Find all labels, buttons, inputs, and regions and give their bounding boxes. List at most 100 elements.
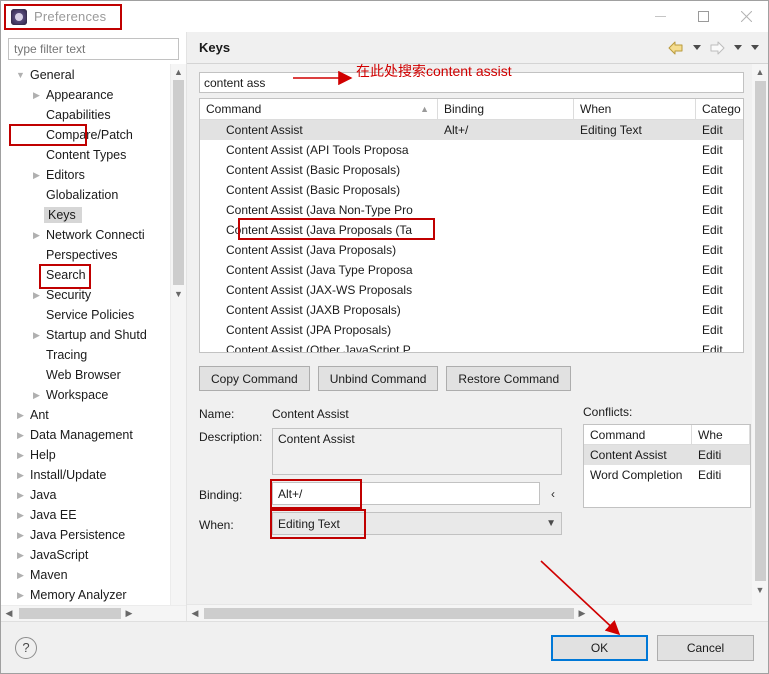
sidebar-item-content-types[interactable]: Content Types: [1, 145, 170, 165]
sidebar-item-editors[interactable]: ▶ Editors: [1, 165, 170, 185]
chevron-right-icon[interactable]: ▶: [13, 470, 28, 481]
preferences-tree[interactable]: ▼ General ▶ Appearance Capabilities Compare/P…: [1, 64, 170, 605]
when-select[interactable]: Editing Text ▼: [272, 512, 562, 535]
conflicts-table-body[interactable]: Content Assist Editi Word Completion Editi: [584, 445, 750, 485]
table-row[interactable]: Content Assist (Java Type Proposa Edit: [200, 260, 743, 280]
sidebar-item-data-management[interactable]: ▶ Data Management: [1, 425, 170, 445]
chevron-right-icon[interactable]: ▶: [13, 570, 28, 581]
chevron-right-icon[interactable]: ▶: [13, 430, 28, 441]
sidebar-horizontal-scrollbar[interactable]: ◀ ▶: [1, 605, 186, 621]
column-header-command[interactable]: Command ▲: [200, 99, 438, 119]
column-header-catego[interactable]: Catego: [696, 99, 743, 119]
sidebar-item-java-ee[interactable]: ▶ Java EE: [1, 505, 170, 525]
sidebar-item-appearance[interactable]: ▶ Appearance: [1, 85, 170, 105]
chevron-right-icon[interactable]: ▶: [13, 450, 28, 461]
page-menu-icon[interactable]: [747, 37, 762, 59]
keys-table-body[interactable]: Content Assist Alt+/Editing Text Edit Conte…: [200, 120, 743, 352]
conflicts-column-header-command[interactable]: Command: [584, 425, 692, 444]
binding-previous-button[interactable]: ‹: [545, 487, 561, 501]
forward-dropdown-icon[interactable]: [730, 37, 745, 59]
sidebar-item-search[interactable]: Search: [1, 265, 170, 285]
sidebar-hscroll-thumb[interactable]: [19, 608, 121, 619]
sidebar-item-keys[interactable]: Keys: [1, 205, 170, 225]
table-row[interactable]: Content Assist (JPA Proposals) Edit: [200, 320, 743, 340]
table-row[interactable]: Content Assist (Java Non-Type Pro Edit: [200, 200, 743, 220]
table-row[interactable]: Content Assist Alt+/ Editing Text Edit: [200, 120, 743, 140]
back-arrow-icon[interactable]: [665, 37, 687, 59]
sidebar-item-maven[interactable]: ▶ Maven: [1, 565, 170, 585]
sidebar-item-compare-patch[interactable]: Compare/Patch: [1, 125, 170, 145]
keys-horizontal-scrollbar[interactable]: ◀ ▶: [187, 604, 752, 621]
conflicts-row[interactable]: Content Assist Editi: [584, 445, 750, 465]
vscroll-up-icon[interactable]: ▲: [752, 64, 768, 80]
back-dropdown-icon[interactable]: [689, 37, 704, 59]
conflicts-column-header-whe[interactable]: Whe: [692, 425, 750, 444]
copy-command-button[interactable]: Copy Command: [199, 366, 310, 391]
keys-hscroll-thumb[interactable]: [204, 607, 574, 619]
restore-command-button[interactable]: Restore Command: [446, 366, 572, 391]
sidebar-vertical-scrollbar[interactable]: ▲ ▼: [170, 64, 186, 605]
minimize-button[interactable]: [639, 1, 682, 32]
sidebar-item-workspace[interactable]: ▶ Workspace: [1, 385, 170, 405]
column-header-when[interactable]: When: [574, 99, 696, 119]
help-icon[interactable]: ?: [15, 636, 37, 659]
chevron-right-icon[interactable]: ▶: [29, 230, 44, 241]
sidebar-item-help[interactable]: ▶ Help: [1, 445, 170, 465]
chevron-right-icon[interactable]: ▶: [13, 410, 28, 421]
sidebar-item-tracing[interactable]: Tracing: [1, 345, 170, 365]
chevron-right-icon[interactable]: ▶: [29, 290, 44, 301]
keys-vertical-scrollbar[interactable]: ▲ ▼: [752, 64, 768, 621]
chevron-right-icon[interactable]: ▶: [29, 330, 44, 341]
cancel-button[interactable]: Cancel: [657, 634, 754, 661]
sidebar-item-memory-analyzer[interactable]: ▶ Memory Analyzer: [1, 585, 170, 605]
scroll-down-icon[interactable]: ▼: [171, 286, 187, 302]
sidebar-item-globalization[interactable]: Globalization: [1, 185, 170, 205]
keys-vscroll-thumb[interactable]: [754, 81, 766, 581]
sidebar-item-install-update[interactable]: ▶ Install/Update: [1, 465, 170, 485]
conflicts-row[interactable]: Word Completion Editi: [584, 465, 750, 485]
table-row[interactable]: Content Assist (JAX-WS Proposals Edit: [200, 280, 743, 300]
vscroll-down-icon[interactable]: ▼: [752, 582, 768, 598]
sidebar-item-security[interactable]: ▶ Security: [1, 285, 170, 305]
chevron-right-icon[interactable]: ▶: [29, 90, 44, 101]
sidebar-item-web-browser[interactable]: Web Browser: [1, 365, 170, 385]
close-button[interactable]: [725, 1, 768, 32]
column-header-binding[interactable]: Binding: [438, 99, 574, 119]
chevron-right-icon[interactable]: ▶: [13, 490, 28, 501]
maximize-button[interactable]: [682, 1, 725, 32]
sidebar-item-general[interactable]: ▼ General: [1, 65, 170, 85]
scroll-left-icon[interactable]: ◀: [1, 606, 17, 622]
sidebar-item-java-persistence[interactable]: ▶ Java Persistence: [1, 525, 170, 545]
ok-button[interactable]: OK: [551, 634, 648, 661]
hscroll-left-icon[interactable]: ◀: [187, 605, 203, 621]
chevron-right-icon[interactable]: ▶: [13, 590, 28, 601]
sidebar-item-capabilities[interactable]: Capabilities: [1, 105, 170, 125]
chevron-right-icon[interactable]: ▶: [13, 530, 28, 541]
unbind-command-button[interactable]: Unbind Command: [317, 366, 439, 391]
table-row[interactable]: Content Assist (Java Proposals) Edit: [200, 240, 743, 260]
table-row[interactable]: Content Assist (Basic Proposals) Edit: [200, 180, 743, 200]
sidebar-scroll-thumb[interactable]: [173, 80, 184, 285]
table-row[interactable]: Content Assist (Other JavaScript P Edit: [200, 340, 743, 352]
sidebar-item-startup-and-shutd[interactable]: ▶ Startup and Shutd: [1, 325, 170, 345]
table-row[interactable]: Content Assist (JAXB Proposals) Edit: [200, 300, 743, 320]
table-row[interactable]: Content Assist (API Tools Proposa Edit: [200, 140, 743, 160]
table-row[interactable]: Content Assist (Java Proposals (Ta Edit: [200, 220, 743, 240]
sidebar-item-java[interactable]: ▶ Java: [1, 485, 170, 505]
sidebar-item-javascript[interactable]: ▶ JavaScript: [1, 545, 170, 565]
sidebar-item-network-connecti[interactable]: ▶ Network Connecti: [1, 225, 170, 245]
scroll-right-icon[interactable]: ▶: [121, 606, 137, 622]
binding-input[interactable]: [272, 482, 540, 505]
chevron-right-icon[interactable]: ▶: [29, 170, 44, 181]
hscroll-right-icon[interactable]: ▶: [574, 605, 590, 621]
sidebar-item-ant[interactable]: ▶ Ant: [1, 405, 170, 425]
forward-arrow-icon[interactable]: [706, 37, 728, 59]
filter-input[interactable]: [8, 38, 179, 60]
scroll-up-icon[interactable]: ▲: [171, 64, 187, 80]
chevron-down-icon[interactable]: ▼: [13, 70, 28, 80]
table-row[interactable]: Content Assist (Basic Proposals) Edit: [200, 160, 743, 180]
chevron-right-icon[interactable]: ▶: [13, 510, 28, 521]
sidebar-item-service-policies[interactable]: Service Policies: [1, 305, 170, 325]
sidebar-item-perspectives[interactable]: Perspectives: [1, 245, 170, 265]
chevron-right-icon[interactable]: ▶: [13, 550, 28, 561]
